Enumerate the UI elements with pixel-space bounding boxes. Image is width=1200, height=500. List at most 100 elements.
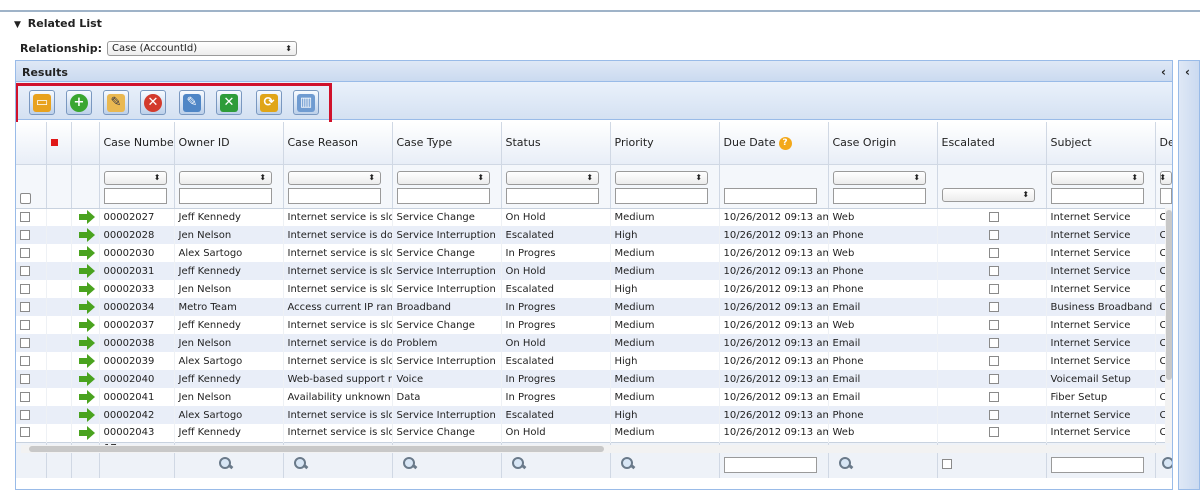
filter-operator-select[interactable]: ⬍ — [287, 170, 382, 185]
cell-case-type[interactable]: Service Interruption — [392, 352, 502, 370]
filter-operator-select[interactable]: ⬍ — [1050, 170, 1145, 185]
open-record-arrow-icon[interactable] — [78, 228, 95, 242]
row-checkbox[interactable] — [20, 409, 30, 420]
cell-owner-id[interactable]: Jeff Kennedy — [174, 262, 284, 280]
side-panel-collapse[interactable]: ‹ — [1178, 60, 1200, 490]
cell-case-origin[interactable]: Web — [828, 424, 938, 442]
cell-case-origin[interactable]: Phone — [828, 226, 938, 244]
cell-case-reason[interactable]: Internet service is slow — [283, 352, 393, 370]
open-record-arrow-icon[interactable] — [78, 264, 95, 278]
cell-case-reason[interactable]: Availability unknown — [283, 388, 393, 406]
cell-case-reason[interactable]: Internet service is slow — [283, 406, 393, 424]
header-priority[interactable]: Priority — [610, 122, 720, 165]
cell-case-origin[interactable]: Web — [828, 208, 938, 226]
edit-button[interactable]: ✎ — [103, 90, 129, 115]
save-button[interactable]: ▭ — [29, 90, 55, 115]
filter-operator-select[interactable]: ⬍ — [614, 170, 709, 185]
cell-case-origin[interactable]: Email — [828, 370, 938, 388]
table-row[interactable]: 00002043 Jeff Kennedy Internet service is … — [16, 424, 1172, 442]
cell-due-date[interactable]: 10/26/2012 09:13 am — [719, 424, 829, 442]
cell-case-number[interactable]: 00002027 — [99, 208, 175, 226]
open-record-arrow-icon[interactable] — [78, 390, 95, 404]
cell-case-number[interactable]: 00002028 — [99, 226, 175, 244]
cell-priority[interactable]: Medium — [610, 316, 720, 334]
row-checkbox[interactable] — [20, 211, 30, 222]
cell-case-type[interactable]: Service Change — [392, 424, 502, 442]
cell-case-reason[interactable]: Internet service is slow — [283, 208, 393, 226]
cell-subject[interactable]: Internet Service — [1046, 352, 1156, 370]
filter-text-input[interactable] — [1050, 187, 1145, 204]
header-due-date[interactable]: Due Date? — [719, 122, 829, 165]
escalated-checkbox[interactable] — [988, 427, 999, 438]
escalated-checkbox[interactable] — [988, 319, 999, 330]
cell-case-origin[interactable]: Phone — [828, 280, 938, 298]
cell-case-type[interactable]: Service Change — [392, 208, 502, 226]
search-icon[interactable] — [1161, 456, 1172, 469]
filter-escalated-select[interactable]: ⬍ — [941, 187, 1036, 202]
cell-priority[interactable]: Medium — [610, 262, 720, 280]
table-row[interactable]: 00002028 Jen Nelson Internet service is do… — [16, 226, 1172, 244]
cell-subject[interactable]: Internet Service — [1046, 316, 1156, 334]
table-row[interactable]: 00002031 Jeff Kennedy Internet service is … — [16, 262, 1172, 280]
header-owner-id[interactable]: Owner ID — [174, 122, 284, 165]
cell-case-number[interactable]: 00002039 — [99, 352, 175, 370]
cell-priority[interactable]: Medium — [610, 388, 720, 406]
scrollbar-thumb[interactable] — [1166, 210, 1172, 380]
footer-text-input[interactable] — [1050, 456, 1145, 473]
cell-owner-id[interactable]: Alex Sartogo — [174, 244, 284, 262]
row-checkbox[interactable] — [20, 265, 30, 276]
open-record-arrow-icon[interactable] — [78, 246, 95, 260]
cell-priority[interactable]: Medium — [610, 370, 720, 388]
open-record-arrow-icon[interactable] — [78, 408, 95, 422]
cell-case-type[interactable]: Service Change — [392, 244, 502, 262]
scrollbar-thumb[interactable] — [29, 446, 604, 452]
select-all-checkbox[interactable] — [20, 192, 31, 204]
cell-case-number[interactable]: 00002030 — [99, 244, 175, 262]
search-icon[interactable] — [838, 456, 853, 469]
cell-due-date[interactable]: 10/26/2012 09:13 am — [719, 352, 829, 370]
collapse-left-icon[interactable]: ‹ — [1161, 65, 1166, 79]
cell-due-date[interactable]: 10/26/2012 09:13 am — [719, 226, 829, 244]
filter-text-input[interactable] — [505, 187, 600, 204]
cell-due-date[interactable]: 10/26/2012 09:13 am — [719, 244, 829, 262]
escalated-checkbox[interactable] — [988, 229, 999, 240]
cell-status[interactable]: In Progres — [501, 388, 611, 406]
cell-subject[interactable]: Internet Service — [1046, 262, 1156, 280]
cell-priority[interactable]: Medium — [610, 334, 720, 352]
cell-case-origin[interactable]: Email — [828, 298, 938, 316]
cell-case-number[interactable]: 00002031 — [99, 262, 175, 280]
row-checkbox[interactable] — [20, 229, 30, 240]
row-checkbox[interactable] — [20, 337, 30, 348]
cell-owner-id[interactable]: Jen Nelson — [174, 388, 284, 406]
header-case-origin[interactable]: Case Origin — [828, 122, 938, 165]
cell-case-type[interactable]: Service Interruption — [392, 406, 502, 424]
filter-operator-select[interactable]: ⬍ — [832, 170, 927, 185]
search-icon[interactable] — [511, 456, 526, 469]
open-record-arrow-icon[interactable] — [78, 210, 95, 225]
escalated-checkbox[interactable] — [988, 247, 999, 258]
cell-subject[interactable]: Internet Service — [1046, 226, 1156, 244]
search-icon[interactable] — [293, 456, 308, 469]
cell-owner-id[interactable]: Jen Nelson — [174, 280, 284, 298]
filter-text-input[interactable] — [396, 187, 491, 204]
cell-priority[interactable]: High — [610, 352, 720, 370]
footer-checkbox[interactable] — [941, 458, 952, 469]
cell-case-reason[interactable]: Internet service is slow — [283, 280, 393, 298]
cell-status[interactable]: Escalated — [501, 352, 611, 370]
cell-priority[interactable]: High — [610, 280, 720, 298]
escalated-checkbox[interactable] — [988, 409, 999, 420]
cell-case-origin[interactable]: Phone — [828, 352, 938, 370]
cell-owner-id[interactable]: Alex Sartogo — [174, 352, 284, 370]
cell-case-number[interactable]: 00002042 — [99, 406, 175, 424]
cell-status[interactable]: Escalated — [501, 226, 611, 244]
cell-subject[interactable]: Internet Service — [1046, 334, 1156, 352]
cell-owner-id[interactable]: Alex Sartogo — [174, 406, 284, 424]
cell-priority[interactable]: High — [610, 226, 720, 244]
open-record-arrow-icon[interactable] — [78, 425, 95, 440]
header-case-reason[interactable]: Case Reason — [283, 122, 393, 165]
row-checkbox[interactable] — [20, 373, 30, 384]
filter-operator-select[interactable]: ⬍ — [178, 170, 273, 185]
vertical-scrollbar[interactable] — [1165, 208, 1172, 443]
header-case-number[interactable]: Case Number — [99, 122, 175, 165]
table-row[interactable]: 00002038 Jen Nelson Internet service is do… — [16, 334, 1172, 352]
